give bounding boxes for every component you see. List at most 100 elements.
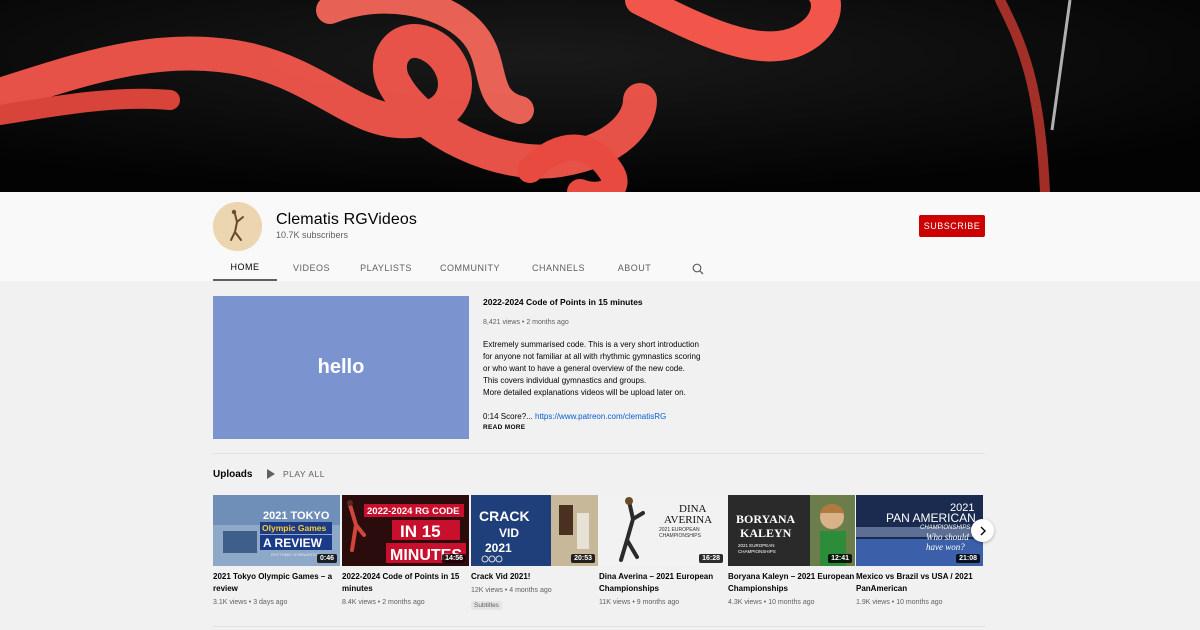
tab-community[interactable]: COMMUNITY <box>426 254 514 281</box>
shelf-next-button[interactable] <box>971 519 994 542</box>
section-divider <box>213 626 985 627</box>
video-meta: 11K views • 9 months ago <box>599 599 680 606</box>
featured-thumb-text: hello <box>317 356 365 378</box>
video-views: 4.3K views <box>728 599 762 606</box>
video-thumbnail[interactable]: CRACK VID 2021 20:53 <box>471 495 598 566</box>
thumb-line1: 2021 TOKYO <box>263 510 330 522</box>
video-age: 10 months ago <box>896 599 943 606</box>
video-duration: 14:56 <box>442 554 466 563</box>
featured-video-meta: 8,421 views • 2 months ago <box>483 319 569 326</box>
video-duration: 16:28 <box>699 554 723 563</box>
video-thumbnail[interactable]: 2021 PAN AMERICAN CHAMPIONSHIPS Who shou… <box>856 495 983 566</box>
video-title[interactable]: Mexico vs Brazil vs USA / 2021 PanAmeric… <box>856 571 983 595</box>
video-title[interactable]: Crack Vid 2021! <box>471 571 598 583</box>
uploads-heading[interactable]: Uploads <box>213 469 252 480</box>
video-meta: 1.9K views • 10 months ago <box>856 599 943 606</box>
video-meta: 4.3K views • 10 months ago <box>728 599 815 606</box>
channel-search-icon[interactable] <box>692 262 704 275</box>
video-age: 3 days ago <box>253 599 288 606</box>
video-thumbnail[interactable]: BORYANA KALEYN 2021 EUROPEAN CHAMPIONSHI… <box>728 495 855 566</box>
thumb-line5: have won? <box>926 542 965 552</box>
thumb-line2: Olympic Games <box>262 523 327 533</box>
thumb-line3: A REVIEW <box>263 536 323 550</box>
thumb-line2: VID <box>499 526 519 540</box>
tab-videos[interactable]: VIDEOS <box>277 254 346 281</box>
description-line: Extremely summarised code. This is a ver… <box>483 340 699 349</box>
channel-banner <box>0 0 1200 192</box>
thumb-line1: BORYANA <box>736 512 795 526</box>
video-duration: 12:41 <box>828 554 852 563</box>
video-title[interactable]: Dina Averina – 2021 European Championshi… <box>599 571 726 595</box>
uploads-shelf: 2021 TOKYO Olympic Games A REVIEW RHYTHM… <box>213 495 985 620</box>
video-title[interactable]: Boryana Kaleyn – 2021 European Champions… <box>728 571 855 595</box>
thumb-line4: RHYTHMIC GYMNASTICS <box>271 552 320 557</box>
description-line: for anyone not familiar at all with rhyt… <box>483 352 701 361</box>
video-views: 11K views <box>599 599 631 606</box>
video-title[interactable]: 2021 Tokyo Olympic Games – a review <box>213 571 340 595</box>
thumb-line4: Who should <box>926 532 969 542</box>
subscriber-count: 10.7K subscribers <box>276 230 349 240</box>
home-content: hello 2022-2024 Code of Points in 15 min… <box>0 281 1200 630</box>
thumb-line3: 2021 <box>485 541 512 555</box>
play-all-label: PLAY ALL <box>283 469 325 479</box>
video-views: 12K views <box>471 587 503 594</box>
video-views: 1.9K views <box>856 599 890 606</box>
description-line: This covers individual gymnastics and gr… <box>483 376 647 385</box>
featured-video-thumbnail[interactable]: hello <box>213 296 469 439</box>
read-more-button[interactable]: READ MORE <box>483 424 525 431</box>
video-duration: 21:08 <box>956 554 980 563</box>
channel-tabs: HOME VIDEOS PLAYLISTS COMMUNITY CHANNELS… <box>213 254 666 281</box>
subtitles-badge: Subtitles <box>471 601 502 610</box>
video-duration: 0:46 <box>316 554 337 563</box>
channel-header: Clematis RGVideos 10.7K subscribers SUBS… <box>0 192 1200 281</box>
video-card[interactable]: DINA AVERINA 2021 EUROPEAN CHAMPIONSHIPS… <box>599 495 726 606</box>
description-timestamp: 0:14 Score?... <box>483 412 536 421</box>
video-views: 8.4K views <box>342 599 376 606</box>
tab-about[interactable]: ABOUT <box>603 254 666 281</box>
thumb-line1: 2022-2024 RG CODE <box>367 506 459 517</box>
thumb-line2: AVERINA <box>664 514 712 526</box>
video-card[interactable]: BORYANA KALEYN 2021 EUROPEAN CHAMPIONSHI… <box>728 495 855 606</box>
thumb-line3: CHAMPIONSHIPS <box>920 525 970 531</box>
description-line: More detailed explanations videos will b… <box>483 388 686 397</box>
tab-home[interactable]: HOME <box>213 254 277 281</box>
description-line: or who want to have a general overview o… <box>483 364 685 373</box>
featured-views: 8,421 views <box>483 319 520 326</box>
thumb-line3: 2021 EUROPEAN <box>738 543 775 548</box>
video-age: 4 months ago <box>509 587 552 594</box>
chevron-right-icon <box>980 526 986 535</box>
channel-name: Clematis RGVideos <box>276 211 418 228</box>
subscribe-button[interactable]: SUBSCRIBE <box>919 215 985 237</box>
video-meta: 3.1K views • 3 days ago <box>213 599 288 606</box>
thumb-line4: CHAMPIONSHIPS <box>659 533 702 539</box>
video-meta: 8.4K views • 2 months ago <box>342 599 425 606</box>
video-thumbnail[interactable]: 2021 TOKYO Olympic Games A REVIEW RHYTHM… <box>213 495 340 566</box>
video-age: 10 months ago <box>768 599 815 606</box>
ribbon-banner-image <box>0 0 1200 192</box>
video-age: 2 months ago <box>382 599 425 606</box>
featured-video-title[interactable]: 2022-2024 Code of Points in 15 minutes <box>483 297 643 307</box>
video-thumbnail[interactable]: 2022-2024 RG CODE IN 15 MINUTES 14:56 <box>342 495 469 566</box>
tab-channels[interactable]: CHANNELS <box>514 254 603 281</box>
video-title[interactable]: 2022-2024 Code of Points in 15 minutes <box>342 571 469 595</box>
video-card[interactable]: 2022-2024 RG CODE IN 15 MINUTES 14:56 20… <box>342 495 469 606</box>
video-card[interactable]: 2021 TOKYO Olympic Games A REVIEW RHYTHM… <box>213 495 340 606</box>
thumb-line4: CHAMPIONSHIPS <box>738 549 776 554</box>
thumb-line2: PAN AMERICAN <box>886 511 976 525</box>
patreon-link[interactable]: https://www.patreon.com/clematisRG <box>535 412 666 421</box>
featured-description: Extremely summarised code. This is a ver… <box>483 339 723 423</box>
video-card[interactable]: CRACK VID 2021 20:53 Crack Vid 2021! 12K… <box>471 495 598 612</box>
featured-age: 2 months ago <box>526 319 569 326</box>
play-all-button[interactable]: PLAY ALL <box>266 469 325 479</box>
video-duration: 20:53 <box>571 554 595 563</box>
tab-playlists[interactable]: PLAYLISTS <box>346 254 426 281</box>
channel-avatar[interactable] <box>213 202 262 251</box>
video-card[interactable]: 2021 PAN AMERICAN CHAMPIONSHIPS Who shou… <box>856 495 983 606</box>
video-age: 9 months ago <box>636 599 680 606</box>
video-thumbnail[interactable]: DINA AVERINA 2021 EUROPEAN CHAMPIONSHIPS… <box>599 495 726 566</box>
section-divider <box>213 453 985 454</box>
video-meta: 12K views • 4 months ago <box>471 587 552 594</box>
video-views: 3.1K views <box>213 599 247 606</box>
thumb-line1: CRACK <box>479 508 530 524</box>
thumb-line2: IN 15 <box>400 522 441 541</box>
